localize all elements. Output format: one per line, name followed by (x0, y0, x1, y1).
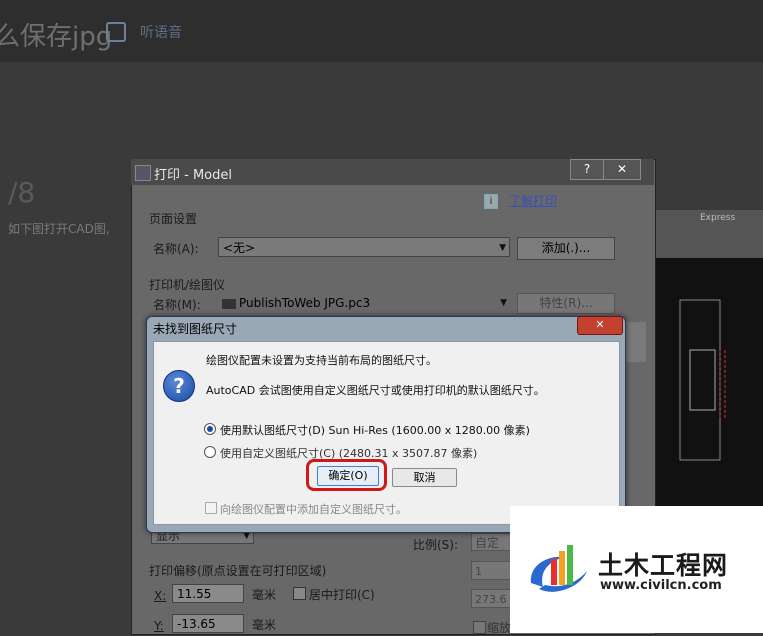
watermark-site-name: 土木工程网 (598, 551, 729, 580)
plot-offset-group-label: 打印偏移(原点设置在可打印区域) (149, 564, 327, 578)
offset-y-input[interactable]: -13.65 (172, 614, 244, 633)
alert-close-button[interactable]: ✕ (577, 316, 623, 335)
printer-name-label: 名称(M): (153, 298, 201, 312)
cancel-button[interactable]: 取消 (392, 468, 457, 487)
offset-x-input[interactable]: 11.55 (172, 584, 244, 603)
scale-lineweights-label: 缩放 (487, 621, 512, 635)
offset-y-label: Y: (154, 619, 164, 633)
add-custom-size-checkbox (205, 502, 217, 514)
page-setup-name-value: <无> (223, 241, 256, 255)
alert-dialog-title: 未找到图纸尺寸 (153, 322, 238, 336)
scale-dropdown[interactable]: 自定义 (471, 533, 511, 551)
printer-group-label: 打印机/绘图仪 (149, 278, 226, 292)
use-custom-paper-radio[interactable] (204, 446, 216, 458)
center-plot-label: 居中打印(C) (309, 588, 375, 602)
scale-value-input[interactable]: 1 (471, 561, 511, 580)
offset-x-unit: 毫米 (252, 588, 277, 602)
express-menu[interactable]: Express (700, 213, 735, 223)
page-setup-group-label: 页面设置 (149, 212, 198, 226)
printer-properties-button[interactable]: 特性(R)... (517, 293, 615, 314)
step-description: 如下图打开CAD图, (8, 222, 110, 236)
add-custom-size-label: 向绘图仪配置中添加自定义图纸尺寸。 (220, 503, 407, 516)
alert-message-line2: AutoCAD 会试图使用自定义图纸尺寸或使用打印机的默认图纸尺寸。 (206, 384, 545, 397)
alert-message-line1: 绘图仪配置未设置为支持当前布局的图纸尺寸。 (206, 354, 437, 367)
radio-selected-dot (207, 426, 213, 432)
ok-button[interactable]: 确定(O) (317, 466, 379, 486)
scale-units-input[interactable]: 273.6 (471, 589, 511, 608)
page-setup-name-dropdown[interactable]: <无> ▼ (218, 237, 510, 257)
scale-label: 比例(S): (413, 538, 459, 552)
question-icon: ? (163, 370, 195, 402)
center-plot-checkbox[interactable] (293, 587, 306, 600)
close-button[interactable]: ✕ (603, 159, 641, 180)
read-aloud-link[interactable]: 听语音 (140, 22, 182, 42)
printer-icon (222, 298, 236, 309)
speaker-icon[interactable] (106, 22, 126, 42)
printer-name-dropdown[interactable]: PublishToWeb JPG.pc3 ▼ (218, 293, 510, 313)
add-page-setup-button[interactable]: 添加(.)... (517, 237, 615, 260)
page-setup-name-label: 名称(A): (153, 242, 199, 256)
watermark-site-url: www.civilcn.com (600, 578, 722, 593)
chevron-down-icon: ▼ (499, 243, 506, 253)
offset-x-label: X: (154, 589, 167, 603)
info-icon: i (484, 194, 498, 209)
use-default-paper-label[interactable]: 使用默认图纸尺寸(D) Sun Hi-Res (1600.00 x 1280.0… (220, 422, 530, 438)
offset-y-unit: 毫米 (252, 618, 277, 632)
help-button[interactable]: ? (570, 159, 604, 180)
chevron-down-icon: ▼ (500, 298, 507, 308)
printer-name-value: PublishToWeb JPG.pc3 (239, 296, 371, 310)
article-title: 么保存jpg (0, 22, 113, 52)
print-dialog-title: 打印 - Model (154, 168, 232, 183)
learn-printing-link[interactable]: 了解打印 (509, 192, 557, 209)
scale-lineweights-checkbox[interactable] (473, 621, 486, 634)
civilcn-logo-icon (530, 545, 587, 592)
autocad-app-icon (135, 165, 151, 181)
step-number: /8 (8, 176, 36, 209)
